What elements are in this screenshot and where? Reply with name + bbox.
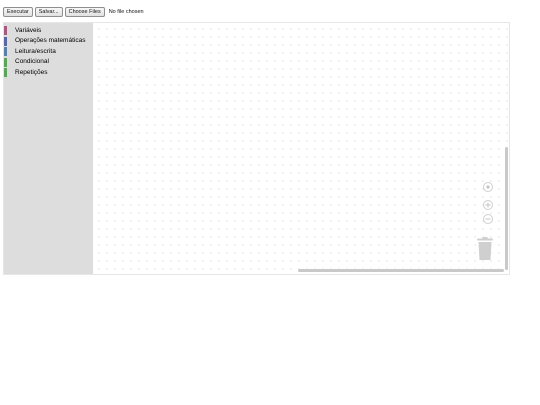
choose-files-button[interactable]: Choose Files <box>64 7 105 17</box>
category-label: Condicional <box>15 58 49 66</box>
category-color <box>4 47 7 56</box>
category-loops[interactable]: Repetições <box>4 67 93 78</box>
category-color <box>4 36 7 46</box>
workspace-canvas[interactable] <box>93 23 509 274</box>
toolbar: Executar Salvar... Choose Files No file … <box>3 6 144 18</box>
horizontal-scrollbar[interactable] <box>298 269 504 272</box>
file-status: No file chosen <box>108 9 144 15</box>
plus-icon[interactable] <box>483 200 493 210</box>
category-label: Repetições <box>15 68 48 76</box>
category-color <box>4 26 7 35</box>
blockly-workspace: Variáveis Operações matemáticas Leitura/… <box>3 22 510 275</box>
vertical-scrollbar[interactable] <box>505 147 508 270</box>
category-math[interactable]: Operações matemáticas <box>4 36 93 47</box>
category-variables[interactable]: Variáveis <box>4 25 93 36</box>
target-icon[interactable] <box>483 182 493 192</box>
category-io[interactable]: Leitura/escrita <box>4 46 93 57</box>
category-conditional[interactable]: Condicional <box>4 57 93 68</box>
category-label: Leitura/escrita <box>15 47 56 55</box>
category-color <box>4 68 7 77</box>
category-label: Operações matemáticas <box>15 37 86 45</box>
save-button[interactable]: Salvar... <box>34 7 63 17</box>
run-button[interactable]: Executar <box>3 7 33 17</box>
minus-icon[interactable] <box>483 214 493 224</box>
trash-icon[interactable] <box>476 237 494 261</box>
toolbox: Variáveis Operações matemáticas Leitura/… <box>4 23 93 274</box>
category-label: Variáveis <box>15 26 42 34</box>
category-color <box>4 57 7 67</box>
